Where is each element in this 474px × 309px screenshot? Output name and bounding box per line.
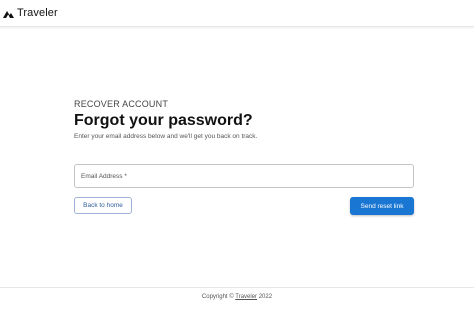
brand-name: Traveler [17, 7, 58, 19]
top-app-bar: Traveler [0, 0, 474, 27]
footer-brand-link[interactable]: Traveler [235, 294, 257, 300]
page-subtitle: Enter your email address below and we'll… [74, 133, 258, 140]
back-to-home-button[interactable]: Back to home [74, 197, 132, 214]
brand-home-link[interactable]: Traveler [3, 7, 58, 19]
footer-divider [0, 287, 474, 288]
copyright-prefix: Copyright © [201, 294, 234, 300]
email-field[interactable]: Email Address * [74, 164, 414, 188]
recover-form: RECOVER ACCOUNT Forgot your password? En… [74, 98, 414, 215]
send-reset-link-button[interactable]: Send reset link [350, 197, 414, 215]
mountain-logo-icon [3, 10, 14, 18]
footer: Copyright © Traveler 2022 [0, 294, 474, 300]
forgot-password-page: Traveler RECOVER ACCOUNT Forgot your pas… [0, 0, 474, 309]
email-input[interactable] [75, 165, 413, 187]
page-title: Forgot your password? [74, 112, 253, 129]
copyright-year: 2022 [258, 294, 273, 300]
section-overline: RECOVER ACCOUNT [74, 99, 169, 109]
